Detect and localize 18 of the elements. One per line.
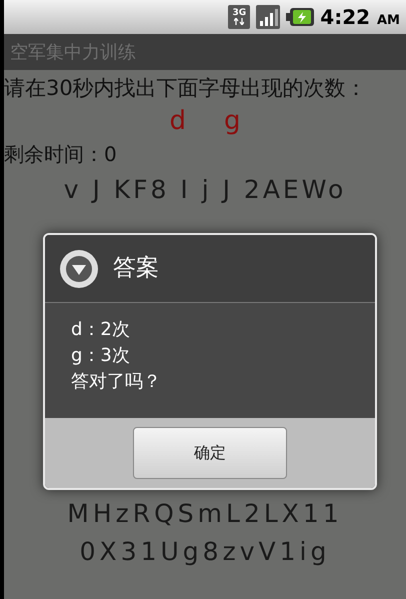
instruction-text: 请在30秒内找出下面字母出现的次数： — [4, 75, 368, 102]
letter-row-text: v J KF8 I j J 2AEWo — [64, 174, 346, 206]
confirm-button[interactable]: 确定 — [133, 427, 287, 479]
remaining-time: 剩余时间：0 — [4, 141, 118, 168]
dialog-title: 答案 — [113, 254, 159, 284]
battery-icon — [286, 7, 314, 27]
dialog-message-line: g：3次 — [71, 344, 131, 368]
dialog-message-line: d：2次 — [71, 318, 131, 342]
target-letter: d — [169, 108, 186, 134]
data-arrows-icon — [234, 18, 244, 25]
network-type: 3G — [232, 9, 246, 18]
dialog-message-line: 答对了吗？ — [71, 370, 162, 394]
letter-row-text: 0X31Ug8zvV1ig — [80, 536, 330, 568]
clock: 4:22 AM — [320, 4, 400, 31]
letter-row-text: MHzRQSmL2LX11 — [67, 498, 343, 530]
signal-icon — [256, 5, 280, 29]
target-letter: g — [224, 108, 241, 134]
dropdown-circle-icon — [59, 248, 99, 288]
